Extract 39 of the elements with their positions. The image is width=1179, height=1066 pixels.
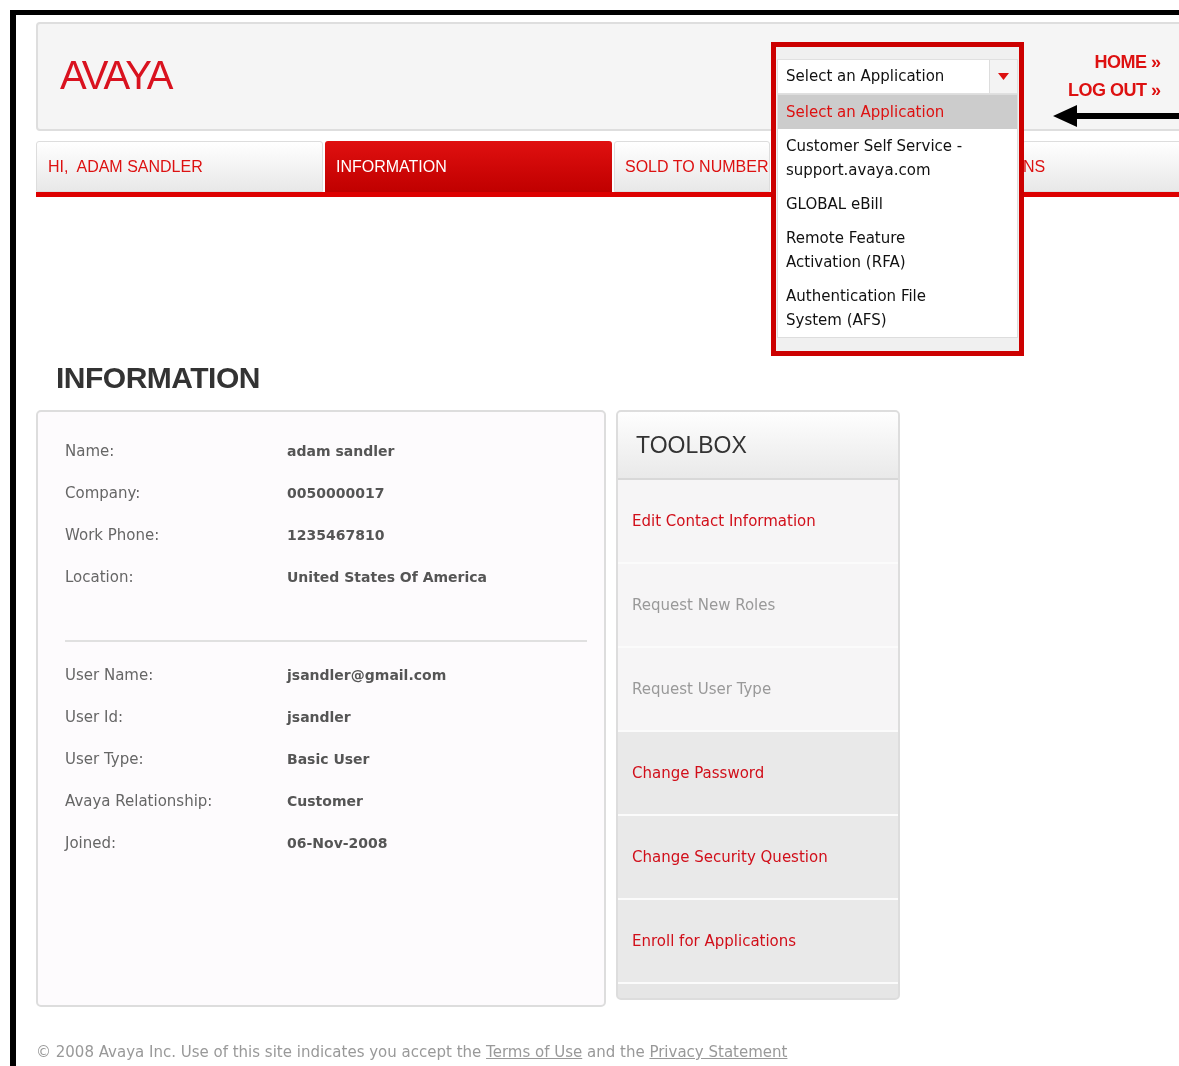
field-value: 0050000017: [287, 483, 385, 503]
field-label: Location:: [65, 566, 135, 588]
field-value: 06-Nov-2008: [287, 833, 388, 853]
field-label: User Name:: [65, 664, 155, 686]
nav-tab[interactable]: HI, ADAM SANDLER: [36, 141, 323, 192]
field-label: Work Phone:: [65, 524, 161, 546]
dropdown-option[interactable]: Authentication File System (AFS): [778, 279, 1017, 337]
footer-text: © 2008 Avaya Inc. Use of this site indicates you accept the Terms of Use and the Privacy Statement: [36, 1042, 789, 1063]
privacy-link[interactable]: Privacy Statement: [649, 1043, 788, 1061]
header-link[interactable]: LOG OUT »: [1068, 78, 1161, 103]
dropdown-option[interactable]: Select an Application: [778, 95, 1017, 129]
field-value: United States Of America: [287, 567, 488, 587]
field-value: Basic User: [287, 749, 370, 769]
field-value: Customer: [287, 791, 363, 811]
field-label: Avaya Relationship:: [65, 790, 214, 812]
dropdown-caret-icon: [998, 73, 1009, 80]
dropdown-option[interactable]: Customer Self Service - support.avaya.com: [778, 129, 1017, 187]
field-value: jsandler: [287, 707, 351, 727]
field-label: Name:: [65, 440, 116, 462]
field-label: Joined:: [65, 832, 118, 854]
field-value: jsandler@gmail.com: [287, 665, 447, 685]
nav-tab[interactable]: NS: [1022, 141, 1179, 192]
field-label: Company:: [65, 482, 142, 504]
logo: AVAYA: [60, 54, 172, 95]
field-label: User Type:: [65, 748, 145, 770]
header-link[interactable]: HOME »: [1094, 50, 1161, 75]
nav-tab[interactable]: INFORMATION: [325, 141, 612, 192]
dropdown-option[interactable]: GLOBAL eBill: [778, 187, 1017, 221]
field-label: User Id:: [65, 706, 124, 728]
arrow-icon: [1053, 104, 1179, 128]
field-value: adam sandler: [287, 441, 395, 461]
toolbox-link[interactable]: Edit Contact Information: [618, 480, 898, 564]
field-value: 1235467810: [287, 525, 385, 545]
terms-link[interactable]: Terms of Use: [486, 1043, 583, 1061]
page-title: INFORMATION: [56, 360, 260, 396]
toolbox-title: TOOLBOX: [636, 430, 747, 460]
nav-tab[interactable]: SOLD TO NUMBER: [614, 141, 770, 192]
dropdown-option[interactable]: Remote Feature Activation (RFA): [778, 221, 1017, 279]
application-select[interactable]: Select an Application: [777, 59, 1018, 94]
